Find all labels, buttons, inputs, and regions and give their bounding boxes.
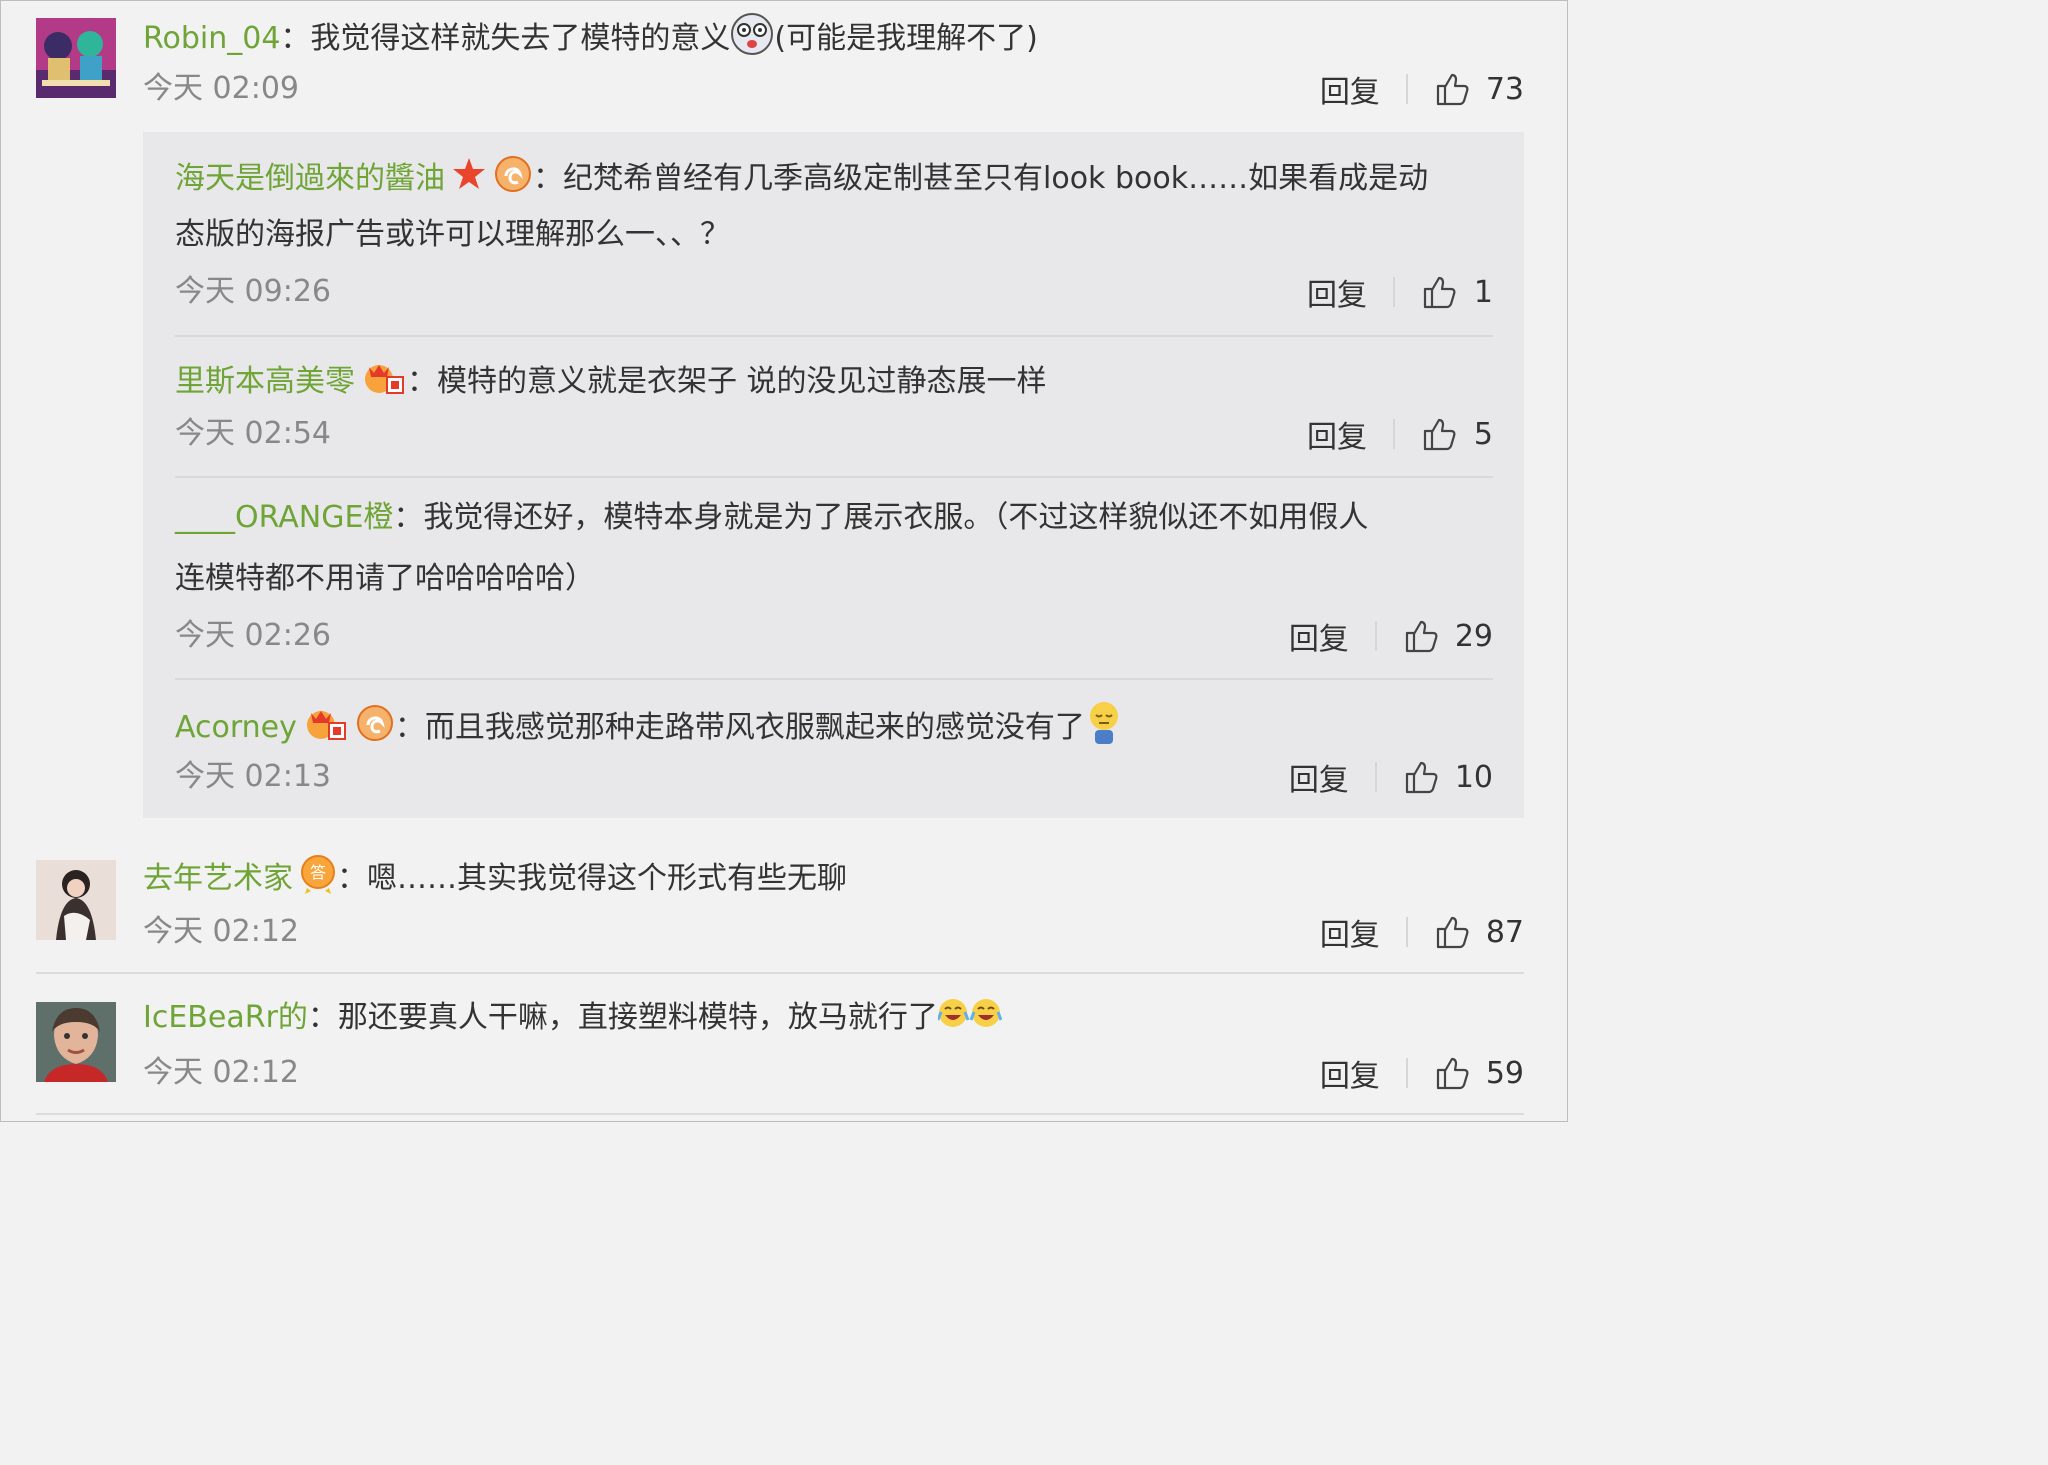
- comment-text: 去年艺术家答 ：嗯……其实我觉得这个形式有些无聊: [143, 854, 847, 905]
- comment-time: 今天 02:12: [143, 1055, 299, 1090]
- username-link[interactable]: 海天是倒過來的醬油: [175, 161, 445, 196]
- reply-button[interactable]: 回复: [1320, 67, 1380, 111]
- comment-time: 今天 02:09: [143, 71, 299, 106]
- reply-button[interactable]: 回复: [1307, 412, 1367, 456]
- reply-button[interactable]: 回复: [1320, 1051, 1380, 1095]
- like-count: 10: [1454, 759, 1493, 795]
- username-link[interactable]: ____ORANGE橙: [175, 500, 393, 535]
- crown-badge-icon: [303, 703, 349, 754]
- comment-actions: 回复 73: [1320, 67, 1524, 111]
- avatar[interactable]: [36, 18, 116, 98]
- reply-actions: 回复 10: [1289, 755, 1493, 799]
- comment-actions: 回复 59: [1320, 1051, 1524, 1095]
- reply-body: 模特的意义就是衣架子 说的没见过静态展一样: [437, 364, 1047, 399]
- colon: ：: [394, 710, 425, 745]
- username-link[interactable]: 去年艺术家: [143, 861, 293, 896]
- reply-button[interactable]: 回复: [1289, 614, 1349, 658]
- sleepy-face-icon: [1085, 700, 1123, 757]
- reply-body-line2: 态版的海报广告或许可以理解那么一、、？: [175, 217, 730, 252]
- comment-actions: 回复 87: [1320, 910, 1524, 954]
- comment-body-tail: (可能是我理解不了): [774, 21, 1038, 56]
- username-link[interactable]: Acorney: [175, 710, 297, 745]
- reply-body: 而且我感觉那种走路带风衣服飘起来的感觉没有了: [424, 710, 1085, 745]
- reply-list: 海天是倒過來的醬油 ：纪梵希曾经有几季高级定制甚至只有look book……如果看…: [143, 132, 1524, 818]
- thumbs-up-icon: [1436, 916, 1469, 949]
- reply-text: ____ORANGE橙：我觉得还好，模特本身就是为了展示衣服。（不过这样貌似还不…: [175, 498, 1368, 538]
- like-count: 29: [1454, 618, 1493, 654]
- reply-text: 海天是倒過來的醬油 ：纪梵希曾经有几季高级定制甚至只有look book……如果看…: [175, 154, 1428, 205]
- username-link[interactable]: 里斯本高美零: [175, 364, 355, 399]
- username-link[interactable]: Robin_04: [143, 21, 280, 56]
- club-badge-icon: [355, 703, 395, 754]
- reply-text: Acorney ：而且我感觉那种走路带风衣服飘起来的感觉没有了: [175, 700, 1123, 757]
- reply-button[interactable]: 回复: [1320, 910, 1380, 954]
- dizzy-face-icon: [730, 12, 774, 67]
- username-link[interactable]: IcEBeaRr的: [143, 1000, 308, 1035]
- reply-actions: 回复 29: [1289, 614, 1493, 658]
- reply-time: 今天 02:54: [175, 416, 331, 451]
- reply-time: 今天 02:26: [175, 618, 331, 653]
- thumbs-up-icon: [1405, 761, 1438, 794]
- comment-divider: [36, 1113, 1524, 1115]
- like-button[interactable]: 59: [1434, 1054, 1524, 1092]
- reply-text: 里斯本高美零 ：模特的意义就是衣架子 说的没见过静态展一样: [175, 357, 1047, 408]
- like-count: 87: [1485, 914, 1524, 950]
- comment-body: 嗯……其实我觉得这个形式有些无聊: [367, 861, 847, 896]
- like-count: 1: [1473, 274, 1493, 310]
- comment-divider: [36, 972, 1524, 974]
- thumbs-up-icon: [1436, 73, 1469, 106]
- action-divider: [1405, 917, 1408, 947]
- like-button[interactable]: 29: [1403, 617, 1493, 655]
- laugh-cry-icon: [936, 996, 1003, 1041]
- star-icon: [451, 156, 487, 203]
- comment-body: 我觉得这样就失去了模特的意义: [310, 21, 731, 56]
- reply-button[interactable]: 回复: [1289, 755, 1349, 799]
- avatar[interactable]: [36, 1002, 116, 1082]
- reply-actions: 回复 1: [1307, 270, 1493, 314]
- reply-time: 今天 02:13: [175, 759, 331, 794]
- like-button[interactable]: 5: [1421, 415, 1493, 453]
- comment-time: 今天 02:12: [143, 914, 299, 949]
- reply-time: 今天 09:26: [175, 274, 331, 309]
- colon: ：: [393, 500, 424, 535]
- action-divider: [1405, 1058, 1408, 1088]
- comment-text: Robin_04：我觉得这样就失去了模特的意义 (可能是我理解不了): [143, 12, 1038, 67]
- like-button[interactable]: 87: [1434, 913, 1524, 951]
- action-divider: [1393, 277, 1395, 307]
- action-divider: [1405, 74, 1408, 104]
- colon: ：: [337, 861, 367, 896]
- colon: ：: [307, 1000, 338, 1035]
- like-button[interactable]: 1: [1421, 273, 1493, 311]
- like-count: 59: [1485, 1055, 1524, 1091]
- action-divider: [1374, 762, 1377, 792]
- reply-divider: [175, 335, 1493, 337]
- like-count: 73: [1485, 71, 1524, 107]
- colon: ：: [533, 161, 563, 196]
- reply-button[interactable]: 回复: [1307, 270, 1367, 314]
- reply-body: 我觉得还好，模特本身就是为了展示衣服。（不过这样貌似还不如用假人: [423, 500, 1369, 535]
- thumbs-up-icon: [1423, 418, 1456, 451]
- colon: ：: [280, 21, 311, 56]
- svg-text:答: 答: [310, 863, 326, 882]
- reply-divider: [175, 476, 1493, 478]
- like-button[interactable]: 10: [1403, 758, 1493, 796]
- club-badge-icon: [493, 154, 533, 205]
- thumbs-up-icon: [1436, 1057, 1469, 1090]
- answer-badge-icon: 答: [299, 854, 337, 905]
- reply-divider: [175, 678, 1493, 680]
- like-count: 5: [1473, 416, 1493, 452]
- crown-badge-icon: [361, 357, 407, 408]
- comment-body: 那还要真人干嘛，直接塑料模特，放马就行了: [337, 1000, 938, 1035]
- avatar[interactable]: [36, 860, 116, 940]
- like-button[interactable]: 73: [1434, 70, 1524, 108]
- reply-actions: 回复 5: [1307, 412, 1493, 456]
- reply-body: 纪梵希曾经有几季高级定制甚至只有look book……如果看成是动: [563, 161, 1429, 196]
- action-divider: [1374, 621, 1377, 651]
- thumbs-up-icon: [1405, 620, 1438, 653]
- comment-text: IcEBeaRr的：那还要真人干嘛，直接塑料模特，放马就行了: [143, 996, 1003, 1041]
- thumbs-up-icon: [1423, 276, 1456, 309]
- reply-body-line2: 连模特都不用请了哈哈哈哈哈）: [175, 561, 595, 596]
- colon: ：: [407, 364, 437, 399]
- action-divider: [1393, 419, 1395, 449]
